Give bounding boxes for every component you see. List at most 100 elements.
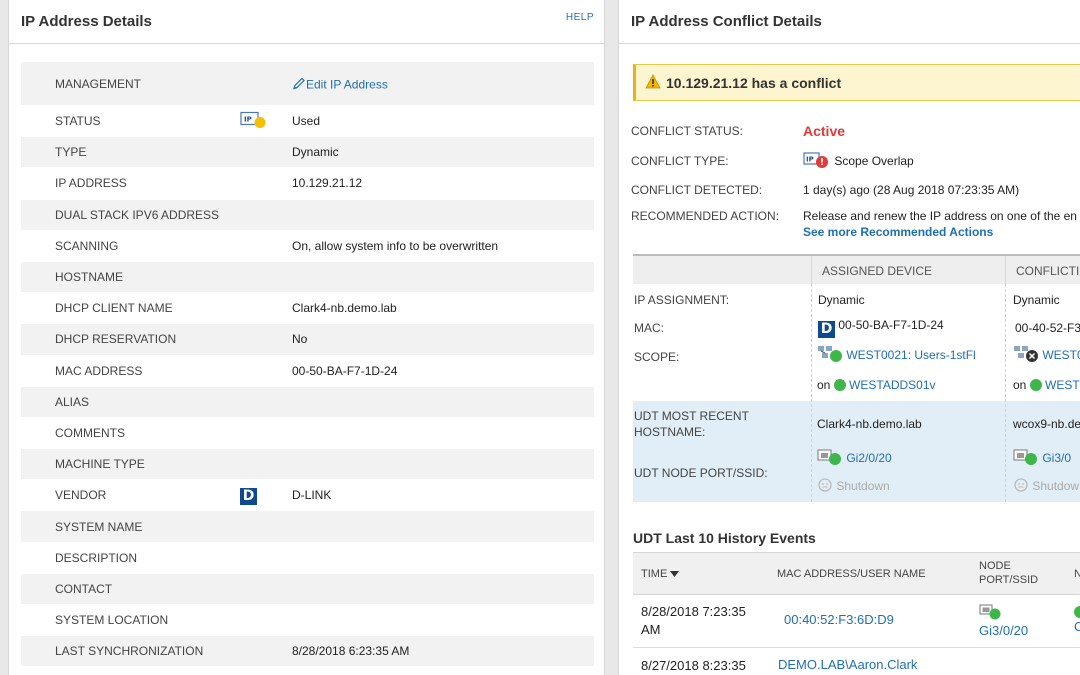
- conflict-status-label: CONFLICT STATUS:: [631, 124, 744, 138]
- panel-title: IP Address Conflict Details: [631, 13, 822, 30]
- conflict-warning-bar: 10.129.21.12 has a conflict: [633, 64, 1080, 101]
- time-column-header[interactable]: TIME: [641, 567, 680, 581]
- detail-value: 10.129.21.12: [292, 176, 363, 191]
- detail-label: VENDOR: [55, 488, 107, 503]
- detail-row-mac-address: MAC ADDRESS 00-50-BA-F7-1D-24: [21, 356, 594, 387]
- conflicting-port-state: Shutdow: [1013, 477, 1079, 493]
- detail-label: DUAL STACK IPV6 ADDRESS: [55, 207, 220, 222]
- detail-row-description: DESCRIPTION: [21, 543, 594, 574]
- detail-label: ALIAS: [55, 394, 90, 409]
- conflicting-udt-port[interactable]: Gi3/0: [1013, 448, 1071, 466]
- assigned-port-link[interactable]: Gi2/0/20: [846, 451, 891, 465]
- detail-row-contact: CONTACT: [21, 573, 594, 605]
- node-column-label-line1: NODE: [979, 560, 1011, 572]
- detail-value: Dynamic: [292, 145, 339, 160]
- panel-header: IP Address Details HELP: [9, 0, 604, 44]
- detail-value: Clark4-nb.demo.lab: [292, 301, 397, 316]
- shutdown-icon: [1014, 478, 1028, 492]
- assigned-server-link[interactable]: WESTADDS01v: [849, 378, 935, 392]
- detail-row-system-name: SYSTEM NAME: [21, 511, 594, 543]
- detail-row-status: STATUS IP Used: [21, 106, 594, 138]
- history-row: 8/27/2018 8:23:35 DEMO.LAB\Aaron.Clark: [633, 649, 1080, 675]
- detail-value: No: [292, 332, 308, 347]
- history-extra[interactable]: C: [1074, 604, 1080, 634]
- edit-ip-address-label[interactable]: Edit IP Address: [306, 77, 388, 91]
- assigned-scope[interactable]: WEST0021: Users-1stFl: [817, 345, 976, 363]
- edit-ip-address-link[interactable]: Edit IP Address: [292, 76, 388, 91]
- mac-label: MAC:: [634, 321, 664, 335]
- history-time: 8/27/2018 8:23:35: [641, 658, 746, 673]
- detail-row-dhcp-reservation: DHCP RESERVATION No: [21, 324, 594, 356]
- detail-label: HOSTNAME: [55, 270, 124, 285]
- column-divider: [1005, 284, 1006, 502]
- detail-value: Used: [292, 114, 321, 129]
- detail-label: MACHINE TYPE: [55, 457, 145, 472]
- conflict-status-value: Active: [803, 123, 846, 139]
- conflict-type-label: CONFLICT TYPE:: [631, 154, 729, 168]
- conflict-detected-label: CONFLICT DETECTED:: [631, 183, 763, 197]
- panel-title: IP Address Details: [21, 13, 152, 30]
- conflicting-mac: 00-40-52-F3: [1015, 321, 1080, 335]
- scope-network-error-icon: [1014, 346, 1038, 362]
- udt-hostname-label-line1: UDT MOST RECENT: [634, 409, 749, 423]
- detail-label: DHCP CLIENT NAME: [55, 301, 173, 316]
- detail-label: STATUS: [55, 114, 101, 129]
- conflicting-server-link[interactable]: WEST: [1045, 378, 1080, 392]
- node-port-column-header[interactable]: NODE PORT/SSID: [979, 559, 1038, 587]
- detail-value: 8/28/2018 6:23:35 AM: [292, 644, 410, 659]
- history-port[interactable]: Gi3/0/20: [979, 604, 1028, 638]
- detail-label: DESCRIPTION: [55, 550, 138, 565]
- detail-row-alias: ALIAS: [21, 386, 594, 418]
- recommended-action-label: RECOMMENDED ACTION:: [631, 209, 780, 223]
- extra-column-header[interactable]: N: [1074, 567, 1080, 581]
- ip-address-details-panel: IP Address Details HELP MANAGEMENT Edit …: [8, 0, 605, 675]
- conflicting-udt-hostname[interactable]: wcox9-nb.de: [1013, 417, 1080, 431]
- assigned-server[interactable]: on WESTADDS01v: [817, 378, 936, 392]
- detail-value: D-LINK: [292, 488, 332, 503]
- conflicting-ip-assignment: Dynamic: [1013, 293, 1060, 307]
- assigned-udt-port[interactable]: Gi2/0/20: [817, 448, 892, 466]
- switch-port-icon: [979, 604, 1001, 620]
- ip-used-status-icon: IP: [240, 111, 268, 132]
- column-divider: [811, 284, 812, 502]
- assigned-mac: D 00-50-BA-F7-1D-24: [818, 318, 944, 338]
- help-link[interactable]: HELP: [566, 12, 594, 23]
- svg-text:IP: IP: [244, 116, 252, 124]
- assigned-udt-hostname[interactable]: Clark4-nb.demo.lab: [817, 417, 922, 431]
- assigned-scope-link[interactable]: WEST0021: Users-1stFl: [846, 348, 975, 362]
- assigned-port-state-text: Shutdown: [836, 479, 890, 493]
- conflicting-scope-link[interactable]: WEST0: [1042, 348, 1080, 362]
- ip-conflict-icon: IP: [803, 152, 828, 168]
- switch-port-icon: [1013, 449, 1037, 465]
- assigned-ip-assignment: Dynamic: [818, 293, 865, 307]
- history-user-link[interactable]: DEMO.LAB\Aaron.Clark: [778, 657, 917, 672]
- shutdown-icon: [818, 478, 832, 492]
- conflicting-scope[interactable]: WEST0: [1013, 345, 1080, 363]
- conflicting-port-state-text: Shutdow: [1032, 479, 1080, 493]
- mac-column-header[interactable]: MAC ADDRESS/USER NAME: [777, 567, 926, 581]
- conflicting-server[interactable]: on WEST: [1013, 378, 1080, 392]
- switch-port-icon: [817, 449, 841, 465]
- detail-label: MAC ADDRESS: [55, 363, 143, 378]
- table-header: ASSIGNED DEVICE CONFLICTING: [633, 254, 1080, 286]
- ip-assignment-label: IP ASSIGNMENT:: [634, 293, 730, 307]
- time-column-label[interactable]: TIME: [641, 568, 667, 580]
- detail-value: 00-50-BA-F7-1D-24: [292, 363, 398, 378]
- history-time-line2: AM: [641, 622, 661, 637]
- conflict-comparison-table: ASSIGNED DEVICE CONFLICTING IP ASSIGNMEN…: [633, 254, 1080, 502]
- detail-row-ipv6: DUAL STACK IPV6 ADDRESS: [21, 199, 594, 231]
- udt-node-port-label: UDT NODE PORT/SSID:: [634, 466, 768, 480]
- conflicting-port-link[interactable]: Gi3/0: [1042, 451, 1071, 465]
- history-port-link[interactable]: Gi3/0/20: [979, 623, 1028, 638]
- detail-label: LAST SYNCHRONIZATION: [55, 644, 204, 659]
- see-more-actions-link[interactable]: See more Recommended Actions: [803, 225, 993, 239]
- detail-row-vendor: VENDOR D D-LINK: [21, 480, 594, 512]
- detail-label: SYSTEM NAME: [55, 519, 143, 534]
- history-extra-link[interactable]: C: [1074, 619, 1080, 634]
- conflict-details-panel: IP Address Conflict Details 10.129.21.12…: [618, 0, 1080, 675]
- history-mac-link[interactable]: 00:40:52:F3:6D:D9: [784, 612, 894, 627]
- detail-label: SCANNING: [55, 238, 119, 253]
- status-up-icon: [1029, 379, 1042, 391]
- node-column-label-line2: PORT/SSID: [979, 574, 1039, 586]
- detail-label: TYPE: [55, 145, 87, 160]
